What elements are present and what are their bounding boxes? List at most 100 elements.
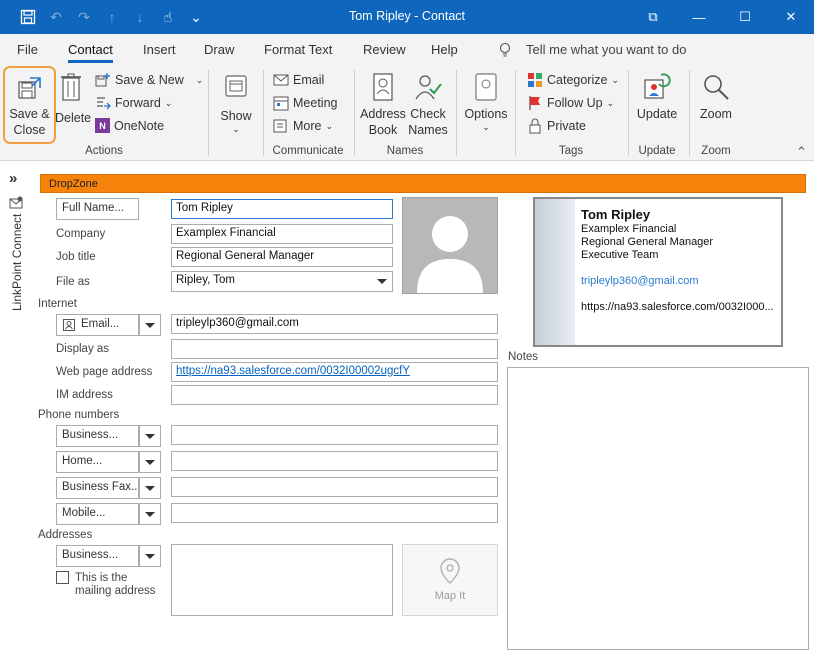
- map-it-button[interactable]: Map It: [402, 544, 498, 616]
- phone-type-button[interactable]: Business...: [56, 425, 139, 447]
- options-button[interactable]: Options ⌄: [462, 72, 510, 132]
- collapse-ribbon-icon[interactable]: ⌃: [796, 144, 807, 160]
- onenote-label: OneNote: [114, 118, 165, 133]
- private-button[interactable]: Private: [527, 118, 586, 134]
- dropzone-bar[interactable]: DropZone: [40, 174, 806, 193]
- address-book-label: Address Book: [360, 107, 406, 137]
- full-name-button[interactable]: Full Name...: [56, 198, 139, 220]
- address-type-dropdown[interactable]: [139, 545, 161, 567]
- map-it-label: Map It: [434, 590, 466, 602]
- save-new-button[interactable]: Save & New ⌄: [95, 72, 203, 88]
- chevron-down-icon[interactable]: ⌄: [611, 75, 619, 86]
- onenote-button[interactable]: N OneNote: [95, 118, 164, 133]
- group-separator: [456, 70, 457, 156]
- phone-type-button[interactable]: Business Fax..: [56, 477, 139, 499]
- card-title: Regional General Manager: [581, 236, 714, 248]
- address-field[interactable]: [171, 544, 393, 616]
- meeting-button[interactable]: Meeting: [273, 95, 337, 111]
- group-separator: [628, 70, 629, 156]
- tab-help[interactable]: Help: [431, 42, 458, 57]
- chevron-down-icon[interactable]: ⌄: [165, 98, 173, 109]
- ribbon-tabs: File Contact Insert Draw Format Text Rev…: [0, 34, 814, 64]
- im-address-field[interactable]: [171, 385, 498, 405]
- phone-type-button[interactable]: Mobile...: [56, 503, 139, 525]
- minimize-button[interactable]: —: [676, 0, 722, 34]
- chevron-down-icon[interactable]: ⌄: [607, 98, 615, 109]
- phone-field-business-fax[interactable]: [171, 477, 498, 497]
- phone-type-dropdown[interactable]: [139, 477, 161, 499]
- chevron-down-icon: [377, 279, 387, 284]
- title-bar: ↶ ↷ ↑ ↓ ☝ ⌄ Tom Ripley - Contact ⧉ — ☐ ✕: [0, 0, 814, 34]
- tab-draw[interactable]: Draw: [204, 42, 234, 57]
- ribbon-display-options-icon[interactable]: ⧉: [630, 0, 676, 34]
- chevron-down-icon: [145, 511, 155, 517]
- tab-insert[interactable]: Insert: [143, 42, 176, 57]
- business-card[interactable]: Tom Ripley Examplex Financial Regional G…: [533, 197, 783, 347]
- tab-file[interactable]: File: [17, 42, 38, 57]
- categorize-button[interactable]: Categorize ⌄: [527, 72, 619, 88]
- close-button[interactable]: ✕: [768, 0, 814, 34]
- company-field[interactable]: Examplex Financial: [171, 224, 393, 244]
- update-button[interactable]: Update: [633, 72, 681, 122]
- save-close-label: Save & Close: [9, 107, 50, 137]
- meeting-label: Meeting: [293, 96, 338, 110]
- full-name-field[interactable]: Tom Ripley: [171, 199, 393, 219]
- follow-up-label: Follow Up: [547, 96, 603, 110]
- email-button[interactable]: Email: [273, 72, 324, 88]
- zoom-button[interactable]: Zoom: [694, 72, 738, 122]
- mailing-address-label: This is the mailing address: [75, 572, 156, 597]
- categorize-icon: [528, 73, 542, 87]
- delete-button[interactable]: Delete: [55, 72, 91, 126]
- chevron-down-icon[interactable]: ⌄: [196, 75, 204, 86]
- card-email: tripleylp360@gmail.com: [581, 275, 699, 287]
- display-as-field[interactable]: [171, 339, 498, 359]
- tab-contact[interactable]: Contact: [68, 42, 113, 63]
- tab-format-text[interactable]: Format Text: [264, 42, 332, 57]
- address-book-icon: [373, 73, 393, 101]
- update-icon: [644, 73, 671, 99]
- job-title-field[interactable]: Regional General Manager: [171, 247, 393, 267]
- group-separator: [515, 70, 516, 156]
- phone-field-home[interactable]: [171, 451, 498, 471]
- phone-type-dropdown[interactable]: [139, 425, 161, 447]
- forward-button[interactable]: Forward ⌄: [95, 95, 172, 111]
- more-button[interactable]: More ⌄: [273, 118, 333, 134]
- notes-field[interactable]: [507, 367, 809, 650]
- addresses-header: Addresses: [38, 529, 93, 541]
- phone-field-mobile[interactable]: [171, 503, 498, 523]
- options-label: Options: [464, 107, 508, 121]
- maximize-button[interactable]: ☐: [722, 0, 768, 34]
- more-icon: [273, 119, 287, 133]
- more-label: More: [293, 119, 322, 133]
- save-close-icon: [18, 77, 41, 99]
- phone-field-business[interactable]: [171, 425, 498, 445]
- check-names-label: Check Names: [408, 107, 448, 137]
- tab-review[interactable]: Review: [363, 42, 406, 57]
- file-as-select[interactable]: Ripley, Tom: [171, 271, 393, 292]
- linkpoint-connect-label[interactable]: LinkPoint Connect: [10, 201, 24, 311]
- group-separator: [263, 70, 264, 156]
- mailing-address-checkbox[interactable]: [56, 571, 69, 584]
- address-book-button[interactable]: Address Book: [360, 72, 406, 138]
- expand-panel-icon[interactable]: »: [9, 170, 17, 187]
- web-page-field[interactable]: https://na93.salesforce.com/0032I00002ug…: [171, 362, 498, 382]
- chevron-down-icon[interactable]: ⌄: [325, 121, 333, 132]
- contact-photo[interactable]: [402, 197, 498, 294]
- check-names-button[interactable]: Check Names: [406, 72, 450, 138]
- show-button[interactable]: Show ⌄: [217, 72, 255, 134]
- show-icon: [225, 75, 247, 97]
- options-icon: [475, 73, 497, 101]
- phone-type-button[interactable]: Home...: [56, 451, 139, 473]
- group-label-tags: Tags: [558, 145, 584, 157]
- email-type-dropdown[interactable]: [139, 314, 161, 336]
- phone-type-dropdown[interactable]: [139, 451, 161, 473]
- save-close-button[interactable]: Save & Close: [3, 66, 56, 144]
- onenote-icon: N: [95, 118, 110, 133]
- email-field[interactable]: tripleylp360@gmail.com: [171, 314, 498, 334]
- follow-up-button[interactable]: Follow Up ⌄: [527, 95, 614, 111]
- web-page-label: Web page address: [56, 366, 153, 378]
- email-type-button[interactable]: Email...: [56, 314, 139, 336]
- tell-me-search[interactable]: Tell me what you want to do: [526, 42, 686, 57]
- address-type-button[interactable]: Business...: [56, 545, 139, 567]
- phone-type-dropdown[interactable]: [139, 503, 161, 525]
